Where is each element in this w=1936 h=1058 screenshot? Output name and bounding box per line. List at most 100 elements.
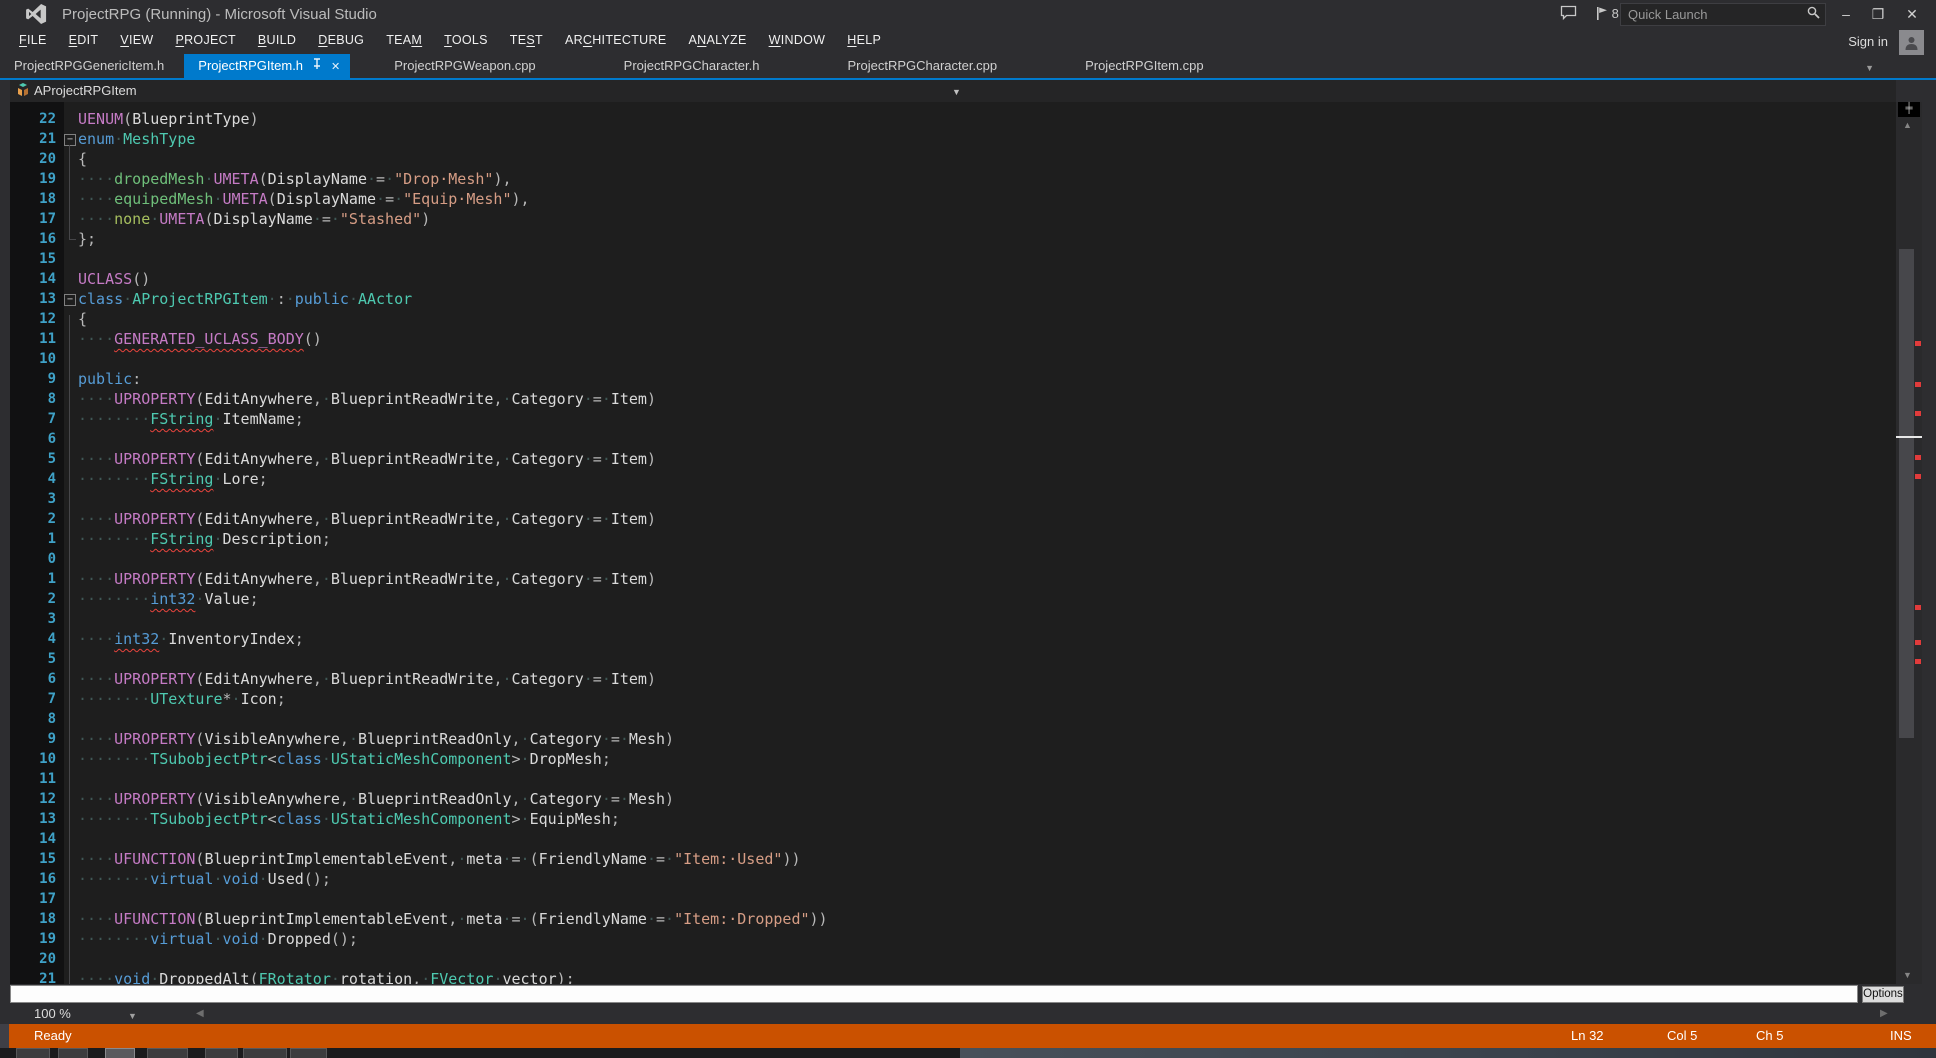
error-mark[interactable]	[1915, 341, 1921, 346]
code-line[interactable]: 6	[10, 429, 1896, 449]
code-line[interactable]: 12{	[10, 309, 1896, 329]
tab-ProjectRPGItem.cpp[interactable]: ProjectRPGItem.cpp	[1041, 54, 1248, 78]
code-line[interactable]: 3	[10, 609, 1896, 629]
code-line[interactable]: 19····dropedMesh·UMETA(DisplayName·=·"Dr…	[10, 169, 1896, 189]
tab-ProjectRPGCharacter.cpp[interactable]: ProjectRPGCharacter.cpp	[804, 54, 1042, 78]
pin-icon[interactable]	[312, 55, 322, 79]
code-line[interactable]: 7········UTexture*·Icon;	[10, 689, 1896, 709]
code-line[interactable]: 15	[10, 249, 1896, 269]
code-line[interactable]: 8····UPROPERTY(EditAnywhere,·BlueprintRe…	[10, 389, 1896, 409]
scope-combo[interactable]: AProjectRPGItem	[34, 83, 137, 98]
tab-list-dropdown-icon[interactable]: ▼	[1865, 63, 1874, 73]
code-line[interactable]: 4········FString·Lore;	[10, 469, 1896, 489]
scroll-down-icon[interactable]: ▼	[1903, 970, 1912, 980]
taskbar-button[interactable]	[243, 1048, 287, 1058]
navigation-bar[interactable]: AProjectRPGItem ▼	[10, 80, 1896, 103]
code-line[interactable]: 17	[10, 889, 1896, 909]
code-line[interactable]: 5····UPROPERTY(EditAnywhere,·BlueprintRe…	[10, 449, 1896, 469]
scroll-right-icon[interactable]: ▶	[1880, 1008, 1888, 1019]
code-line[interactable]: 10	[10, 349, 1896, 369]
code-line[interactable]: 18····UFUNCTION(BlueprintImplementableEv…	[10, 909, 1896, 929]
code-line[interactable]: 20{	[10, 149, 1896, 169]
scroll-left-icon[interactable]: ◀	[196, 1008, 204, 1019]
error-mark[interactable]	[1915, 474, 1921, 479]
code-line[interactable]: 7········FString·ItemName;	[10, 409, 1896, 429]
zoom-dropdown-icon[interactable]: ▼	[128, 1011, 137, 1021]
code-line[interactable]: 2····UPROPERTY(EditAnywhere,·BlueprintRe…	[10, 509, 1896, 529]
code-line[interactable]: 11····GENERATED_UCLASS_BODY()	[10, 329, 1896, 349]
error-mark[interactable]	[1915, 659, 1921, 664]
close-icon[interactable]: ✕	[331, 55, 340, 79]
menu-team[interactable]: TEAM	[375, 28, 433, 47]
feedback-icon[interactable]	[1560, 5, 1577, 26]
code-line[interactable]: 15····UFUNCTION(BlueprintImplementableEv…	[10, 849, 1896, 869]
menu-analyze[interactable]: ANALYZE	[677, 28, 757, 47]
code-line-current[interactable]: 0	[10, 549, 1896, 569]
code-line[interactable]: 11	[10, 769, 1896, 789]
taskbar-button[interactable]	[290, 1048, 327, 1058]
title-bar[interactable]: ProjectRPG (Running) - Microsoft Visual …	[0, 0, 1936, 28]
menu-build[interactable]: BUILD	[247, 28, 307, 47]
code-line[interactable]: 17····none·UMETA(DisplayName·=·"Stashed"…	[10, 209, 1896, 229]
chevron-down-icon[interactable]: ▼	[952, 87, 961, 97]
code-line[interactable]: 22UENUM(BlueprintType)	[10, 109, 1896, 129]
restore-button[interactable]: ❐	[1864, 4, 1892, 24]
scroll-up-icon[interactable]: ▲	[1903, 120, 1912, 130]
zoom-level-select[interactable]: 100 %	[34, 1006, 71, 1021]
code-line[interactable]: 9····UPROPERTY(VisibleAnywhere,·Blueprin…	[10, 729, 1896, 749]
taskbar-button[interactable]	[16, 1048, 50, 1058]
code-line[interactable]: 1········FString·Description;	[10, 529, 1896, 549]
quick-launch-box[interactable]: Quick Launch	[1620, 3, 1826, 26]
error-mark[interactable]	[1915, 605, 1921, 610]
code-line[interactable]: 3	[10, 489, 1896, 509]
menu-edit[interactable]: EDIT	[58, 28, 110, 47]
code-line[interactable]: 19········virtual·void·Dropped();	[10, 929, 1896, 949]
menu-architecture[interactable]: ARCHITECTURE	[554, 28, 678, 47]
code-line[interactable]: 5	[10, 649, 1896, 669]
editor-bottom-input-bar[interactable]	[10, 985, 1858, 1003]
code-line[interactable]: 13−class·AProjectRPGItem·:·public·AActor	[10, 289, 1896, 309]
code-line[interactable]: 21−enum·MeshType	[10, 129, 1896, 149]
code-line[interactable]: 16········virtual·void·Used();	[10, 869, 1896, 889]
collapse-icon[interactable]: −	[64, 294, 76, 306]
code-line[interactable]: 4····int32·InventoryIndex;	[10, 629, 1896, 649]
code-line[interactable]: 12····UPROPERTY(VisibleAnywhere,·Bluepri…	[10, 789, 1896, 809]
scrollbar-thumb[interactable]	[1899, 249, 1914, 738]
menu-help[interactable]: HELP	[836, 28, 892, 47]
code-line[interactable]: 10········TSubobjectPtr<class·UStaticMes…	[10, 749, 1896, 769]
tab-ProjectRPGWeapon.cpp[interactable]: ProjectRPGWeapon.cpp	[350, 54, 579, 78]
menu-view[interactable]: VIEW	[109, 28, 164, 47]
code-line[interactable]: 18····equipedMesh·UMETA(DisplayName·=·"E…	[10, 189, 1896, 209]
taskbar-button[interactable]	[147, 1048, 188, 1058]
code-editor[interactable]: 22UENUM(BlueprintType)21−enum·MeshType20…	[10, 102, 1896, 984]
code-line[interactable]: 9public:	[10, 369, 1896, 389]
collapse-icon[interactable]: −	[64, 134, 76, 146]
tab-ProjectRPGGenericItem.h[interactable]: ProjectRPGGenericItem.h	[0, 54, 184, 78]
notifications-flag[interactable]: 8	[1596, 6, 1619, 21]
code-line[interactable]: 13········TSubobjectPtr<class·UStaticMes…	[10, 809, 1896, 829]
code-line[interactable]: 21····void·DroppedAlt(FRotator·rotation,…	[10, 969, 1896, 984]
taskbar-button[interactable]	[105, 1048, 135, 1058]
error-mark[interactable]	[1915, 382, 1921, 387]
close-button[interactable]: ✕	[1898, 4, 1926, 24]
taskbar-button[interactable]	[205, 1048, 238, 1058]
menu-project[interactable]: PROJECT	[164, 28, 246, 47]
minimize-button[interactable]: –	[1832, 4, 1860, 24]
menu-tools[interactable]: TOOLS	[433, 28, 499, 47]
code-line[interactable]: 6····UPROPERTY(EditAnywhere,·BlueprintRe…	[10, 669, 1896, 689]
menu-test[interactable]: TEST	[499, 28, 554, 47]
options-button[interactable]: Options	[1862, 986, 1904, 1003]
search-icon[interactable]	[1807, 6, 1825, 24]
error-mark[interactable]	[1915, 455, 1921, 460]
menu-debug[interactable]: DEBUG	[307, 28, 375, 47]
error-mark[interactable]	[1915, 411, 1921, 416]
code-line[interactable]: 20	[10, 949, 1896, 969]
split-window-handle[interactable]: ╪	[1898, 102, 1920, 117]
menu-window[interactable]: WINDOW	[758, 28, 837, 47]
menu-file[interactable]: FILE	[8, 28, 58, 47]
code-line[interactable]: 16};	[10, 229, 1896, 249]
user-avatar-icon[interactable]	[1899, 30, 1924, 55]
tab-ProjectRPGCharacter.h[interactable]: ProjectRPGCharacter.h	[580, 54, 804, 78]
sign-in-link[interactable]: Sign in	[1848, 34, 1888, 49]
code-line[interactable]: 14	[10, 829, 1896, 849]
